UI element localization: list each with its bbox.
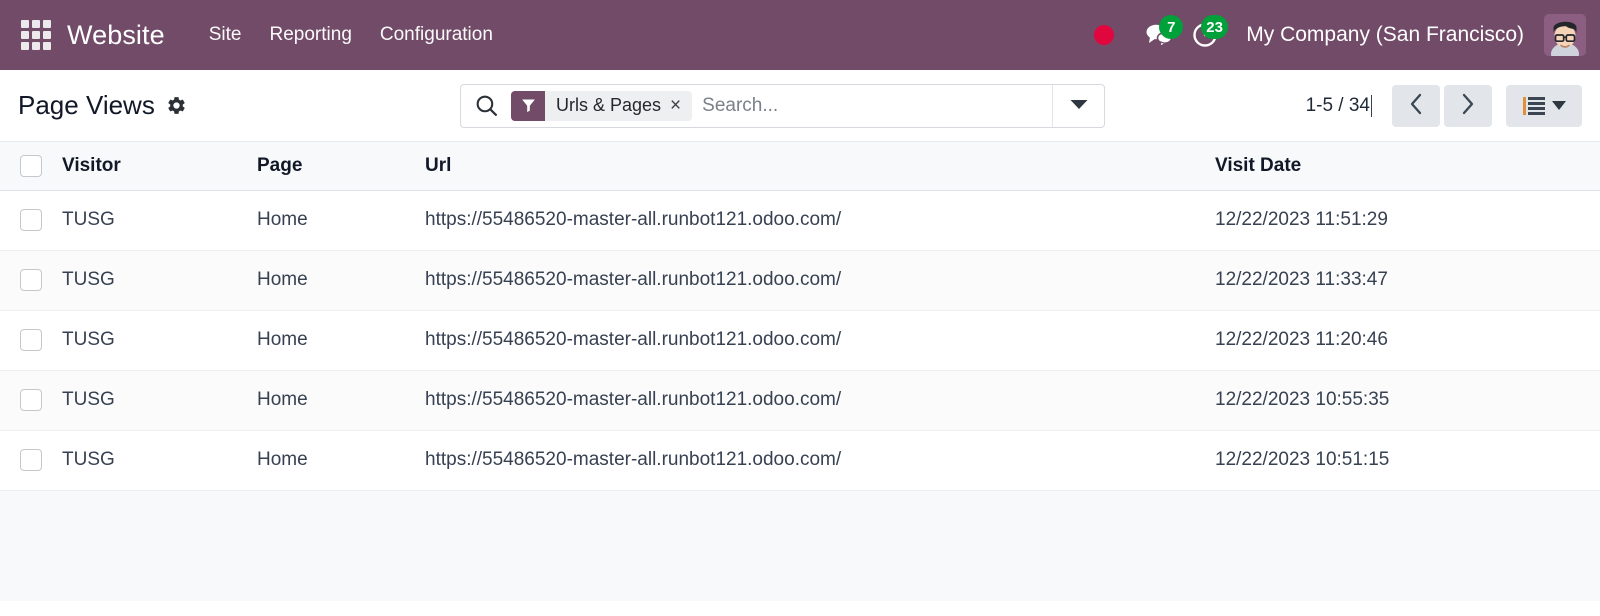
list-view-icon — [1523, 97, 1545, 115]
row-select-cell — [0, 430, 62, 490]
menu-item-reporting[interactable]: Reporting — [256, 24, 366, 46]
table-row[interactable]: TUSG Home https://55486520-master-all.ru… — [0, 310, 1600, 370]
cell-page: Home — [257, 190, 425, 250]
cell-url: https://55486520-master-all.runbot121.od… — [425, 190, 1215, 250]
cell-visit-date: 12/22/2023 10:51:15 — [1215, 430, 1600, 490]
facet-label: Urls & Pages — [545, 95, 670, 116]
row-select-cell — [0, 250, 62, 310]
row-select-cell — [0, 310, 62, 370]
cell-page: Home — [257, 370, 425, 430]
cell-page: Home — [257, 430, 425, 490]
facet-remove-icon[interactable]: × — [670, 96, 692, 115]
main-menu: Site Reporting Configuration — [195, 24, 507, 46]
chevron-down-icon — [1069, 97, 1089, 115]
header-row: Visitor Page Url Visit Date — [0, 142, 1600, 190]
select-all-header — [0, 142, 62, 190]
menu-item-configuration[interactable]: Configuration — [366, 24, 507, 46]
search-view: Urls & Pages × — [460, 84, 1105, 128]
search-input[interactable] — [702, 85, 1052, 127]
page-title: Page Views — [18, 90, 155, 121]
column-header-visit-date[interactable]: Visit Date — [1215, 142, 1600, 190]
empty-area — [0, 491, 1600, 601]
apps-grid-icon[interactable] — [21, 20, 51, 50]
app-brand-website[interactable]: Website — [67, 20, 165, 51]
cell-url: https://55486520-master-all.runbot121.od… — [425, 250, 1215, 310]
cell-visitor: TUSG — [62, 430, 257, 490]
control-panel: Page Views Urls & Pages × — [0, 70, 1600, 142]
row-checkbox[interactable] — [20, 269, 42, 291]
table-row[interactable]: TUSG Home https://55486520-master-all.ru… — [0, 190, 1600, 250]
row-checkbox[interactable] — [20, 329, 42, 351]
select-all-checkbox[interactable] — [20, 155, 42, 177]
table-row[interactable]: TUSG Home https://55486520-master-all.ru… — [0, 370, 1600, 430]
search-icon — [461, 93, 511, 118]
breadcrumb: Page Views — [18, 90, 318, 121]
cell-visit-date: 12/22/2023 10:55:35 — [1215, 370, 1600, 430]
top-navbar: Website Site Reporting Configuration 7 — [0, 0, 1600, 70]
cell-url: https://55486520-master-all.runbot121.od… — [425, 370, 1215, 430]
row-checkbox[interactable] — [20, 209, 42, 231]
avatar[interactable] — [1544, 14, 1586, 56]
menu-item-site[interactable]: Site — [195, 24, 256, 46]
cell-visit-date: 12/22/2023 11:33:47 — [1215, 250, 1600, 310]
cell-url: https://55486520-master-all.runbot121.od… — [425, 430, 1215, 490]
navbar-right-section: 7 23 My Company (San Francisco) — [1094, 13, 1586, 57]
view-switcher-list-button[interactable] — [1506, 85, 1582, 127]
table-body: TUSG Home https://55486520-master-all.ru… — [0, 190, 1600, 490]
cell-page: Home — [257, 310, 425, 370]
search-dropdown-toggle[interactable] — [1052, 85, 1104, 127]
row-checkbox[interactable] — [20, 389, 42, 411]
column-header-visitor[interactable]: Visitor — [62, 142, 257, 190]
cell-visit-date: 12/22/2023 11:20:46 — [1215, 310, 1600, 370]
chevron-right-icon — [1460, 92, 1476, 119]
cell-visitor: TUSG — [62, 190, 257, 250]
company-switcher[interactable]: My Company (San Francisco) — [1246, 23, 1524, 47]
activities-count-badge: 23 — [1201, 15, 1228, 39]
activities-button[interactable]: 23 — [1182, 13, 1228, 57]
pager-next-button[interactable] — [1444, 85, 1492, 127]
gear-icon[interactable] — [166, 95, 187, 116]
column-header-url[interactable]: Url — [425, 142, 1215, 190]
pager-previous-button[interactable] — [1392, 85, 1440, 127]
messages-count-badge: 7 — [1159, 15, 1183, 39]
column-header-page[interactable]: Page — [257, 142, 425, 190]
page-views-table: Visitor Page Url Visit Date TUSG Home ht… — [0, 142, 1600, 491]
table-header: Visitor Page Url Visit Date — [0, 142, 1600, 190]
cell-visitor: TUSG — [62, 250, 257, 310]
filter-funnel-icon — [511, 91, 545, 121]
table-row[interactable]: TUSG Home https://55486520-master-all.ru… — [0, 250, 1600, 310]
row-select-cell — [0, 370, 62, 430]
pager-range[interactable]: 1-5 / 34 — [1306, 95, 1372, 117]
cell-visit-date: 12/22/2023 11:51:29 — [1215, 190, 1600, 250]
control-panel-right: 1-5 / 34 — [1306, 85, 1582, 127]
caret-down-icon — [1552, 101, 1566, 110]
messages-button[interactable]: 7 — [1136, 13, 1182, 57]
cell-visitor: TUSG — [62, 310, 257, 370]
cell-page: Home — [257, 250, 425, 310]
page-views-list: Visitor Page Url Visit Date TUSG Home ht… — [0, 142, 1600, 616]
chevron-left-icon — [1408, 92, 1424, 119]
row-checkbox[interactable] — [20, 449, 42, 471]
cell-url: https://55486520-master-all.runbot121.od… — [425, 310, 1215, 370]
search-facet-urls-and-pages[interactable]: Urls & Pages × — [511, 91, 692, 121]
row-select-cell — [0, 190, 62, 250]
cell-visitor: TUSG — [62, 370, 257, 430]
record-dot-icon — [1094, 25, 1114, 45]
table-row[interactable]: TUSG Home https://55486520-master-all.ru… — [0, 430, 1600, 490]
